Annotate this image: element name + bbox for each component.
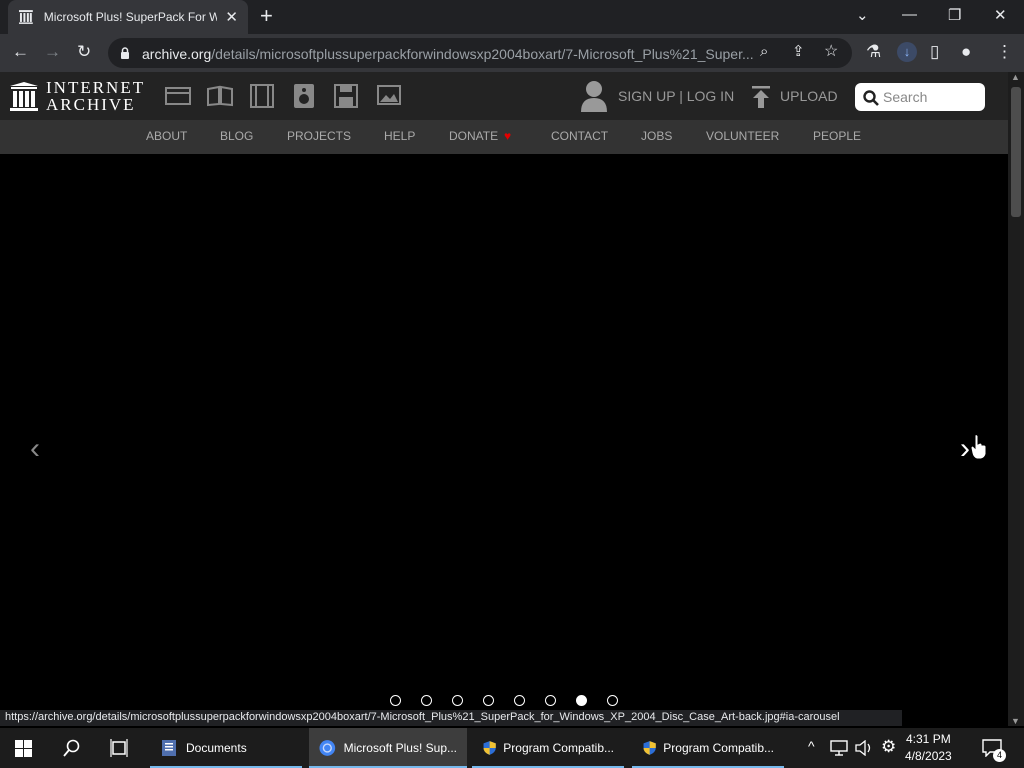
audio-speaker-icon[interactable] — [291, 84, 317, 108]
search-box[interactable]: Search — [855, 83, 985, 111]
windows-taskbar: Documents Microsoft Plus! Sup... Program… — [0, 728, 1024, 768]
link-status-bar: https://archive.org/details/microsoftplu… — [0, 710, 902, 726]
image-carousel: ‹ › — [0, 154, 1008, 710]
clock-time: 4:31 PM — [906, 732, 951, 746]
reload-icon[interactable]: ↻ — [77, 42, 91, 62]
minimize-icon[interactable]: — — [902, 6, 917, 23]
system-clock[interactable]: 4:31 PM 4/8/2023 — [905, 731, 952, 765]
taskbar-documents[interactable]: Documents — [150, 728, 302, 768]
taskbar-label: Documents — [186, 741, 247, 755]
nav-contact[interactable]: CONTACT — [551, 129, 608, 143]
taskbar-program-compatibility-1[interactable]: Program Compatib... — [472, 728, 624, 768]
texts-book-icon[interactable] — [207, 84, 233, 108]
tab-search-chevron-icon[interactable]: ⌄ — [856, 6, 869, 24]
carousel-dot[interactable] — [483, 695, 494, 706]
taskbar-label: Program Compatib... — [663, 741, 774, 755]
carousel-next-button[interactable]: › — [960, 432, 970, 466]
taskbar-label: Program Compatib... — [503, 741, 614, 755]
scroll-up-icon[interactable]: ▲ — [1011, 72, 1020, 82]
menu-kebab-icon[interactable]: ⋮ — [996, 42, 1013, 62]
nav-help[interactable]: HELP — [384, 129, 415, 143]
ia-top-header: INTERNET ARCHIVE SIGN UP | LOG IN UPLOAD… — [0, 72, 1008, 120]
nav-jobs[interactable]: JOBS — [641, 129, 672, 143]
new-tab-button[interactable]: + — [260, 5, 273, 27]
volume-icon[interactable] — [855, 740, 873, 756]
ia-logo-line1: INTERNET — [46, 78, 146, 97]
zoom-search-icon[interactable]: ⌕ — [760, 42, 768, 62]
carousel-prev-button[interactable]: ‹ — [30, 432, 40, 466]
signup-login-link[interactable]: SIGN UP | LOG IN — [618, 88, 734, 104]
bookmark-star-icon[interactable]: ☆ — [824, 42, 838, 62]
windows-start-icon[interactable] — [15, 740, 32, 757]
web-archive-icon[interactable] — [165, 84, 191, 108]
ia-logo-line2: ARCHIVE — [46, 95, 136, 114]
nav-projects[interactable]: PROJECTS — [287, 129, 351, 143]
browser-tab[interactable]: Microsoft Plus! SuperPack For Wi ✕ — [8, 0, 248, 34]
taskbar-program-compatibility-2[interactable]: Program Compatib... — [632, 728, 784, 768]
restore-icon[interactable]: ❐ — [948, 6, 961, 24]
shield-icon — [643, 741, 656, 755]
search-icon — [863, 90, 879, 106]
taskbar-label: Microsoft Plus! Sup... — [343, 741, 457, 755]
tab-title: Microsoft Plus! SuperPack For Wi — [43, 10, 218, 24]
tab-close-icon[interactable]: ✕ — [225, 8, 238, 26]
internet-archive-favicon — [18, 10, 33, 24]
tray-chevron-up-icon[interactable]: ^ — [808, 738, 815, 754]
profile-avatar-icon[interactable]: ● — [961, 42, 971, 62]
nav-about[interactable]: ABOUT — [146, 129, 187, 143]
browser-toolbar: ← → ↻ archive.org/details/microsoftpluss… — [0, 34, 1024, 72]
side-panel-icon[interactable]: ▯ — [930, 42, 939, 62]
ia-logo-text[interactable]: INTERNET ARCHIVE — [46, 79, 145, 113]
labs-flask-icon[interactable]: ⚗ — [866, 42, 881, 62]
carousel-dot[interactable] — [576, 695, 587, 706]
scroll-down-icon[interactable]: ▼ — [1011, 716, 1020, 726]
hand-cursor-icon — [970, 434, 987, 460]
document-app-icon — [162, 740, 176, 756]
back-arrow-icon[interactable]: ← — [12, 42, 29, 62]
forward-arrow-icon[interactable]: → — [44, 42, 61, 62]
share-icon[interactable]: ⇪ — [792, 42, 805, 62]
carousel-dot[interactable] — [545, 695, 556, 706]
taskbar-chrome[interactable]: Microsoft Plus! Sup... — [309, 728, 467, 768]
taskbar-search-icon[interactable] — [63, 739, 81, 757]
carousel-dot[interactable] — [607, 695, 618, 706]
address-bar[interactable]: archive.org/details/microsoftplussuperpa… — [108, 38, 852, 68]
upload-icon[interactable] — [751, 86, 771, 108]
settings-gear-icon[interactable]: ⚙ — [881, 737, 896, 757]
ia-nav-bar: ABOUT BLOG PROJECTS HELP DONATE ♥ CONTAC… — [0, 120, 1008, 154]
notification-count-badge: 4 — [993, 749, 1006, 762]
ia-logo-icon[interactable] — [10, 82, 38, 112]
nav-blog[interactable]: BLOG — [220, 129, 253, 143]
carousel-dot[interactable] — [390, 695, 401, 706]
url-text: archive.org/details/microsoftplussuperpa… — [142, 46, 754, 62]
user-avatar-icon[interactable] — [580, 80, 608, 112]
shield-icon — [483, 741, 496, 755]
donate-heart-icon: ♥ — [504, 129, 512, 143]
scrollbar-thumb[interactable] — [1011, 87, 1021, 217]
window-close-icon[interactable]: ✕ — [994, 6, 1007, 24]
download-icon[interactable]: ↓ — [897, 42, 917, 62]
task-view-icon[interactable] — [110, 739, 128, 757]
chrome-icon — [319, 740, 336, 756]
carousel-dot[interactable] — [421, 695, 432, 706]
nav-volunteer[interactable]: VOLUNTEER — [706, 129, 779, 143]
clock-date: 4/8/2023 — [905, 749, 952, 763]
carousel-dot[interactable] — [452, 695, 463, 706]
browser-tab-strip: Microsoft Plus! SuperPack For Wi ✕ + ⌄ —… — [0, 0, 1024, 34]
upload-link[interactable]: UPLOAD — [780, 88, 838, 104]
search-placeholder: Search — [883, 89, 928, 105]
images-picture-icon[interactable] — [375, 84, 401, 108]
network-icon[interactable] — [830, 740, 848, 756]
nav-people[interactable]: PEOPLE — [813, 129, 861, 143]
lock-icon — [121, 47, 129, 59]
software-floppy-icon[interactable] — [333, 84, 359, 108]
nav-donate[interactable]: DONATE — [449, 129, 498, 143]
video-film-icon[interactable] — [249, 84, 275, 108]
carousel-dot[interactable] — [514, 695, 525, 706]
